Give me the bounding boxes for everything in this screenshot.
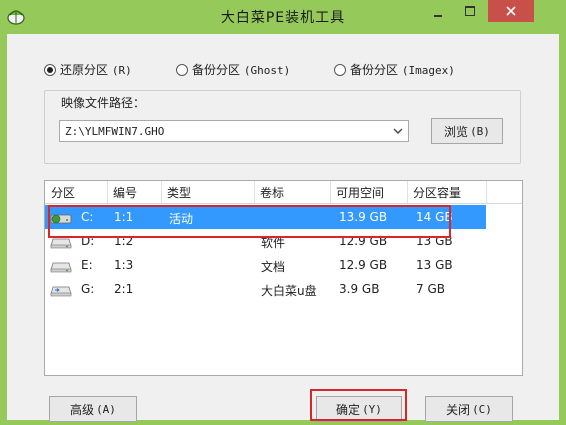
mode-backup-ghost-option[interactable]: 备份分区 (Ghost) [176,61,290,78]
advanced-hotkey: (A) [96,402,116,416]
mode-restore-label: 还原分区 [60,63,109,77]
table-row[interactable]: D: 1:2 软件 12.9 GB 13 GB [45,229,522,253]
mode-backup-ghost-label: 备份分区 [192,63,241,77]
volume-label: 大白菜u盘 [261,284,317,298]
column-header-partition[interactable]: 分区 [51,184,75,201]
close-window-button[interactable] [488,0,534,22]
mode-backup-imagex-label: 备份分区 [350,63,399,77]
column-header-number[interactable]: 编号 [113,184,137,201]
drive-icon [50,238,72,249]
partition-number: 1:2 [114,234,134,248]
browse-button[interactable]: 浏览 (B) [431,118,503,144]
confirm-button[interactable]: 确定 (Y) [316,396,402,422]
drive-letter: E: [81,258,93,272]
partition-list[interactable]: 分区 编号 类型 卷标 可用空间 分区容量 C: 1:1 活动 13.9 GB … [44,180,523,376]
volume-label: 软件 [261,236,286,250]
free-space: 3.9 GB [339,282,380,296]
close-icon [506,6,516,16]
table-row[interactable]: G: 2:1 大白菜u盘 3.9 GB 7 GB [45,277,522,301]
mode-backup-imagex-hotkey: (Imagex) [401,64,455,77]
partition-number: 1:1 [114,210,134,224]
close-label: 关闭 [446,402,471,417]
table-row[interactable]: C: 1:1 活动 13.9 GB 14 GB [45,205,486,229]
free-space: 12.9 GB [339,258,388,272]
drive-letter: D: [81,234,95,248]
confirm-label: 确定 [336,402,361,417]
mode-backup-ghost-hotkey: (Ghost) [243,64,291,77]
image-path-label: 映像文件路径： [59,94,148,111]
column-header-label[interactable]: 卷标 [260,184,284,201]
image-path-combobox[interactable]: Z:\YLMFWIN7.GHO [59,120,409,142]
column-header-free-space[interactable]: 可用空间 [336,184,384,201]
minimize-button[interactable] [424,0,452,22]
browse-hotkey: (B) [470,124,490,138]
partition-capacity: 7 GB [416,282,445,296]
partition-capacity: 14 GB [416,210,453,224]
mode-restore-option[interactable]: 还原分区 (R) [44,61,132,78]
column-header-capacity[interactable]: 分区容量 [413,184,461,201]
column-header-type[interactable]: 类型 [167,184,191,201]
maximize-icon [465,6,475,16]
partition-list-header: 分区 编号 类型 卷标 可用空间 分区容量 [45,181,522,204]
table-row[interactable]: E: 1:3 文档 12.9 GB 13 GB [45,253,522,277]
browse-label: 浏览 [444,124,469,139]
minimize-icon [434,15,442,17]
free-space: 13.9 GB [339,210,388,224]
app-window: 大白菜PE装机工具 还原分区 (R) 备份分区 (Ghost) 备份分区 (Im… [0,0,566,425]
partition-number: 1:3 [114,258,134,272]
mode-restore-hotkey: (R) [111,64,132,77]
chevron-down-icon[interactable] [391,124,405,138]
partition-type: 活动 [169,212,194,226]
drive-letter: G: [81,282,95,296]
radio-backup-imagex[interactable] [334,63,346,76]
radio-backup-ghost[interactable] [176,63,188,76]
radio-restore[interactable] [44,63,56,76]
maximize-button[interactable] [456,0,484,22]
image-path-value: Z:\YLMFWIN7.GHO [65,125,165,138]
drive-system-icon [50,214,72,224]
drive-icon [50,262,72,273]
title-bar[interactable]: 大白菜PE装机工具 [0,0,566,34]
usb-drive-icon [50,286,72,297]
partition-capacity: 13 GB [416,234,453,248]
advanced-button[interactable]: 高级 (A) [49,396,137,422]
confirm-hotkey: (Y) [362,402,382,416]
partition-capacity: 13 GB [416,258,453,272]
free-space: 12.9 GB [339,234,388,248]
advanced-label: 高级 [70,402,95,417]
client-area: 还原分区 (R) 备份分区 (Ghost) 备份分区 (Imagex) 映像文件… [7,34,559,420]
close-button[interactable]: 关闭 (C) [425,396,513,422]
volume-label: 文档 [261,260,286,274]
close-hotkey: (C) [472,402,492,416]
partition-number: 2:1 [114,282,134,296]
drive-letter: C: [81,210,94,224]
mode-backup-imagex-option[interactable]: 备份分区 (Imagex) [334,61,455,78]
